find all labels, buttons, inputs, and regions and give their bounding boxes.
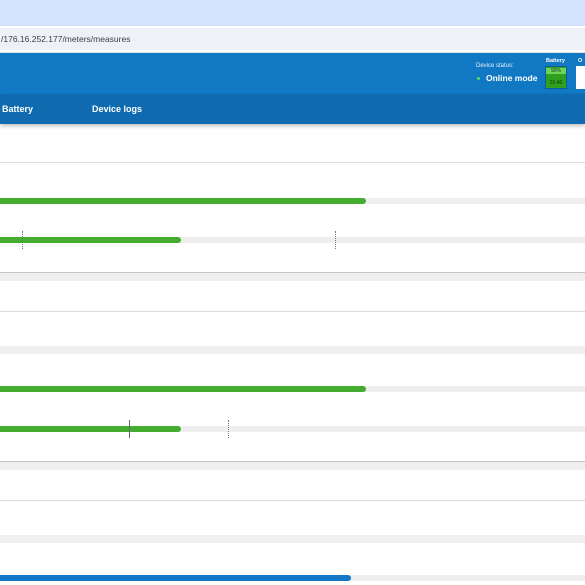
- main-nav: Battery Device logs: [0, 94, 585, 124]
- meter-bar-fill: [0, 237, 182, 243]
- section-band: [0, 346, 585, 354]
- battery-label: Battery: [546, 58, 565, 64]
- threshold-marker: [129, 420, 130, 438]
- meter-track: [0, 426, 585, 432]
- row-divider: [0, 500, 585, 501]
- output-label: O: [578, 58, 583, 64]
- device-status-value: Online mode: [486, 73, 538, 83]
- meter-track: [0, 575, 585, 581]
- output-indicator: [576, 66, 585, 89]
- battery-indicator: 90% 01:40: [545, 66, 567, 89]
- section-band: [0, 273, 585, 281]
- browser-address-bar: /176.16.252.177/meters/measures: [0, 26, 585, 53]
- battery-time: 01:40: [549, 80, 563, 86]
- meter-bar-fill: [0, 575, 351, 581]
- meter-track: [0, 237, 585, 243]
- threshold-marker: [335, 231, 336, 249]
- section-band: [0, 535, 585, 543]
- url-field[interactable]: /176.16.252.177/meters/measures: [0, 28, 585, 50]
- battery-percent: 90%: [546, 68, 566, 74]
- row-divider: [0, 162, 585, 163]
- meter-bar-fill: [0, 426, 182, 432]
- device-status-label: Device status:: [476, 63, 514, 69]
- threshold-marker: [22, 231, 23, 249]
- url-text: /176.16.252.177/meters/measures: [1, 34, 131, 44]
- browser-tab-strip: [0, 0, 585, 26]
- row-divider: [0, 311, 585, 312]
- meter-bar-fill: [0, 198, 366, 204]
- nav-item-device-logs[interactable]: Device logs: [92, 104, 142, 114]
- section-band: [0, 462, 585, 470]
- meter-bar-fill: [0, 386, 366, 392]
- meter-track: [0, 198, 585, 204]
- nav-item-battery[interactable]: Battery: [2, 104, 33, 114]
- threshold-marker: [228, 420, 229, 438]
- online-status-dot-icon: [477, 77, 480, 80]
- meter-track: [0, 386, 585, 392]
- app-header: Device status: Online mode Battery 90% 0…: [0, 53, 585, 94]
